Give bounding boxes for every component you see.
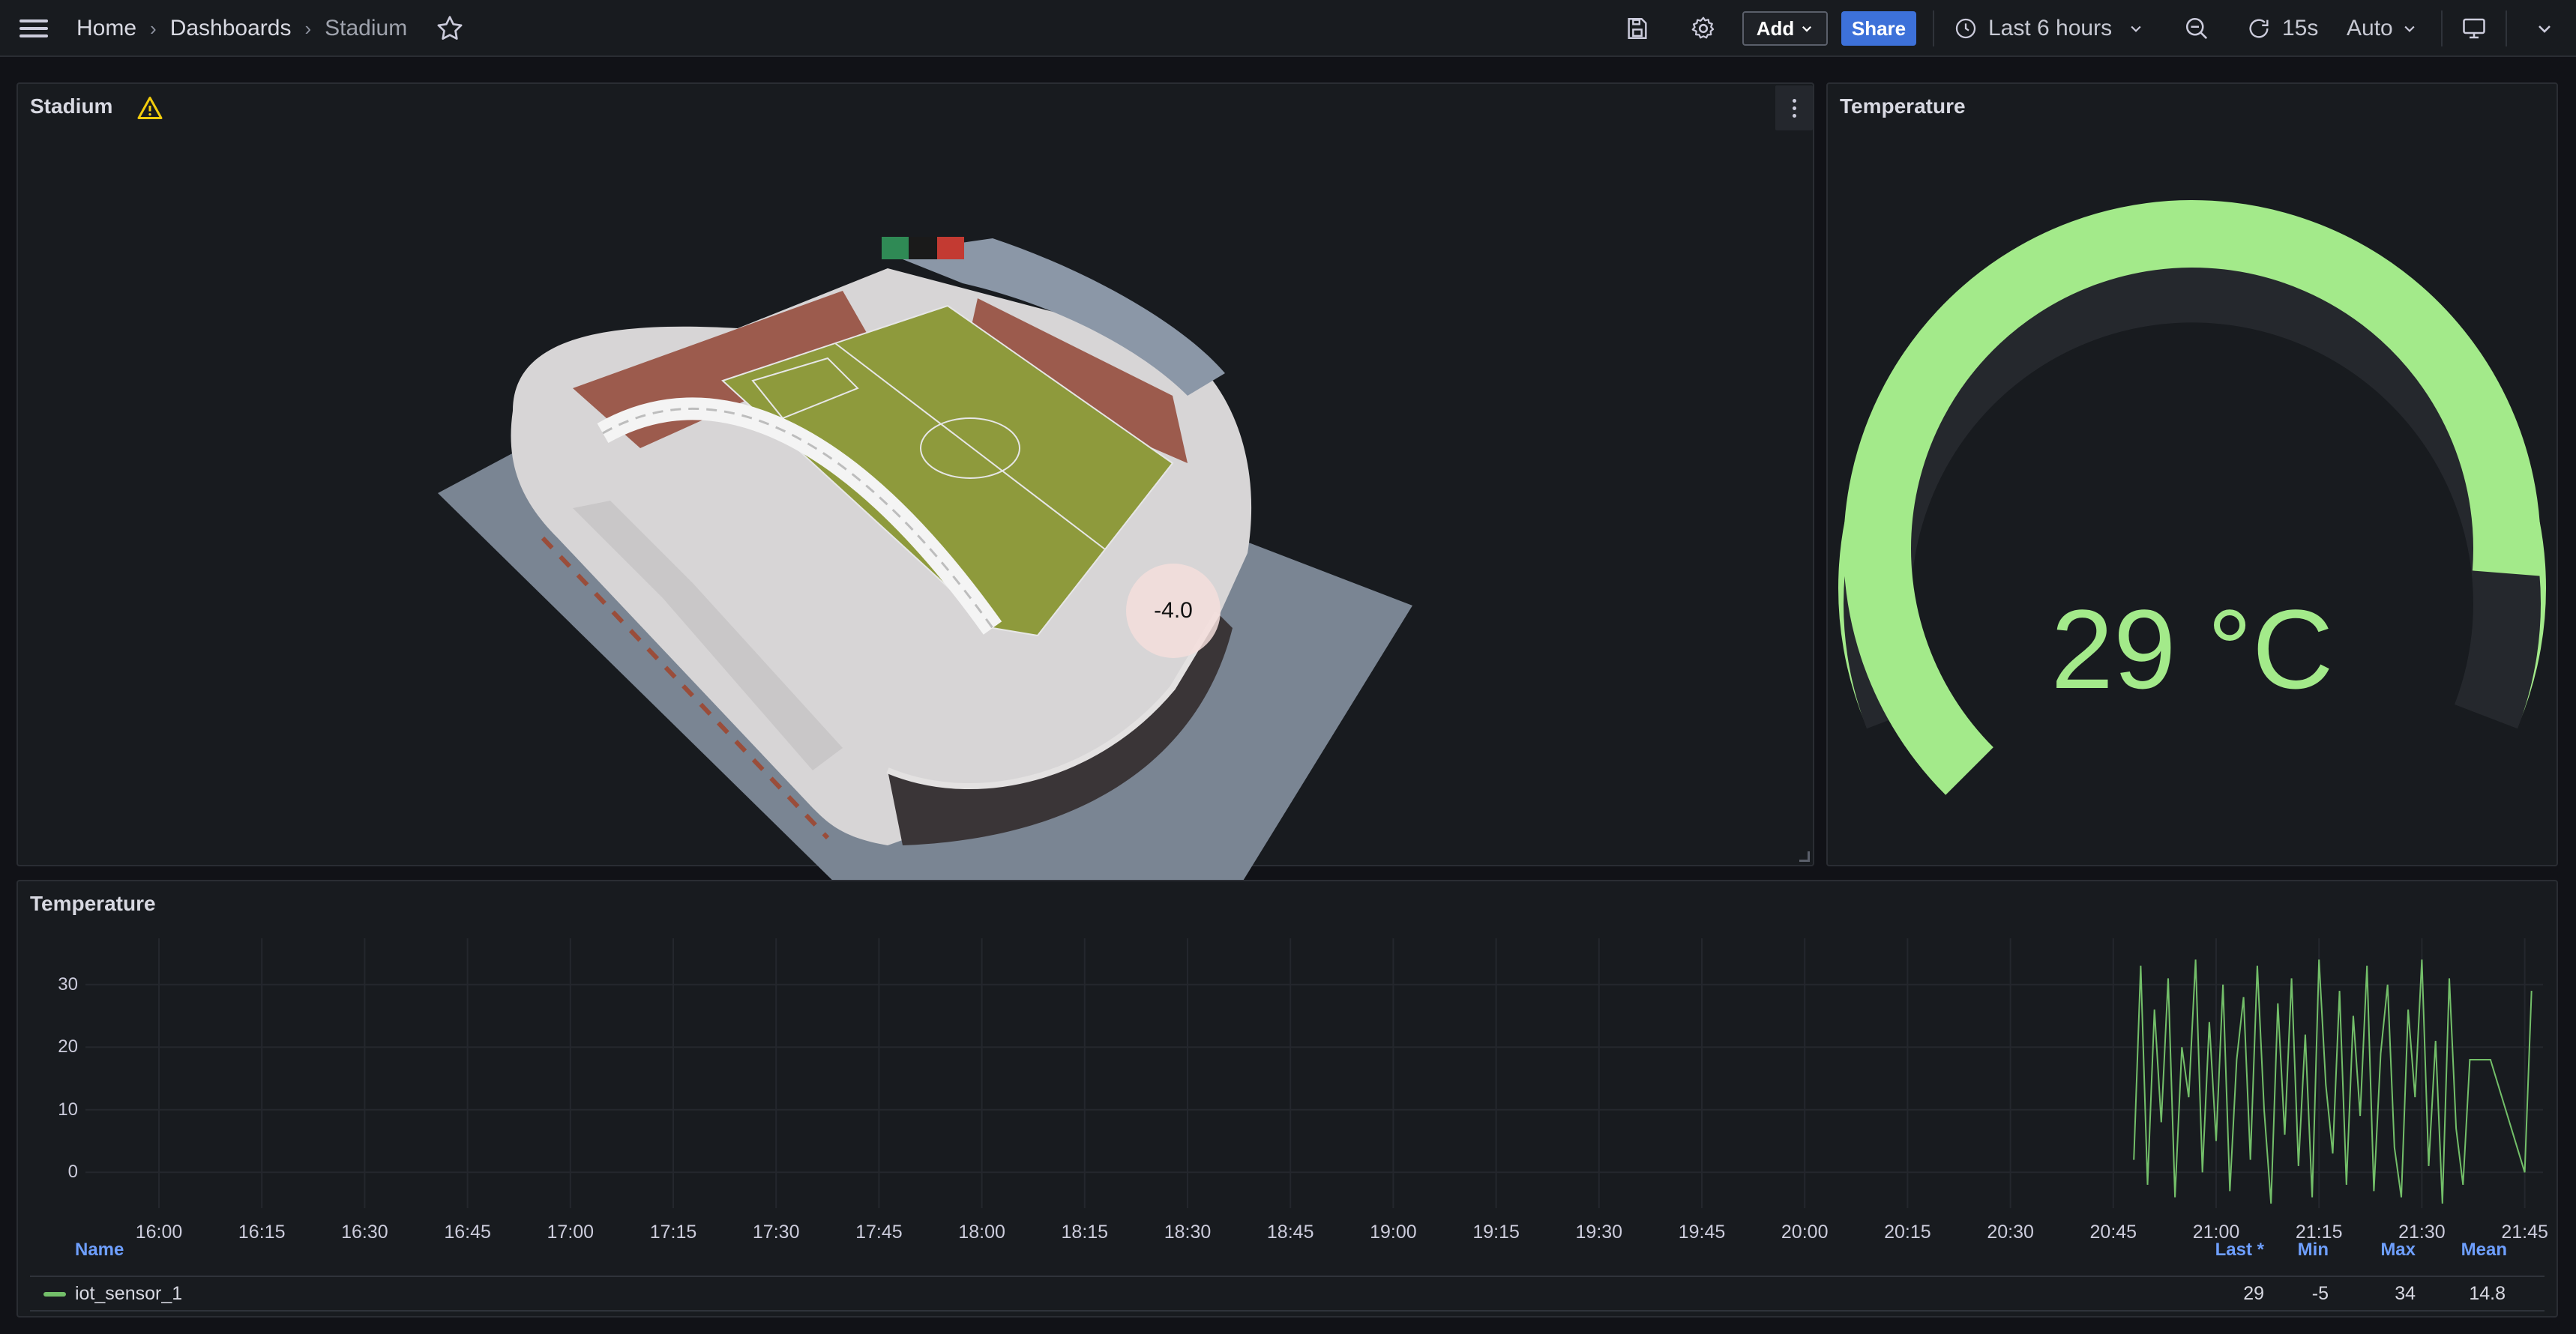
series-line-iot_sensor_1[interactable]: [2133, 959, 2533, 1204]
divider: [1933, 10, 1934, 46]
add-button[interactable]: Add: [1742, 11, 1828, 46]
x-tick-label: 18:30: [1164, 1222, 1212, 1243]
star-icon[interactable]: [435, 13, 465, 43]
auto-refresh-dropdown[interactable]: Auto: [2347, 12, 2417, 45]
gear-icon[interactable]: [1687, 12, 1720, 45]
chevron-right-icon: ›: [304, 16, 312, 40]
sensor-marker[interactable]: -4.0: [1126, 564, 1221, 658]
zoom-out-icon[interactable]: [2180, 12, 2213, 45]
y-tick-label: 10: [58, 1099, 78, 1120]
x-tick-label: 21:45: [2501, 1222, 2548, 1243]
x-tick-label: 16:15: [238, 1222, 286, 1243]
panel-menu-button[interactable]: [1775, 85, 1813, 130]
x-tick-label: 17:15: [649, 1222, 697, 1243]
x-tick-label: 20:45: [2089, 1222, 2137, 1243]
auto-label: Auto: [2347, 16, 2393, 40]
divider: [30, 1276, 2545, 1277]
stadium-image: [438, 237, 1412, 928]
legend-header-max[interactable]: Max: [2342, 1240, 2416, 1261]
legend-header-last[interactable]: Last *: [2192, 1240, 2264, 1261]
refresh-interval-label: 15s: [2282, 16, 2319, 40]
gauge-value: 29 °C: [2050, 586, 2334, 712]
legend-header-mean[interactable]: Mean: [2432, 1240, 2507, 1261]
x-tick-label: 20:15: [1884, 1222, 1931, 1243]
divider: [2441, 10, 2443, 46]
x-tick-label: 20:30: [1987, 1222, 2034, 1243]
x-tick-label: 19:00: [1370, 1222, 1417, 1243]
x-tick-label: 17:45: [855, 1222, 903, 1243]
x-tick-label: 19:15: [1472, 1222, 1520, 1243]
timeseries-panel: Temperature 30 20 10 0 16:00 16:15 16:30 16:45…: [16, 880, 2558, 1318]
hamburger-icon[interactable]: [16, 15, 51, 42]
y-tick-label: 30: [58, 974, 78, 995]
legend-header-name[interactable]: Name: [75, 1240, 124, 1261]
tv-mode-icon[interactable]: [2458, 12, 2491, 45]
legend-mean-value: 14.8: [2469, 1283, 2506, 1304]
x-tick-label: 18:45: [1266, 1222, 1314, 1243]
chevron-down-icon: [2404, 25, 2415, 32]
y-tick-label: 20: [58, 1036, 78, 1057]
breadcrumb: Home › Dashboards › Stadium: [76, 13, 407, 43]
timeseries-chart: [85, 938, 2543, 1208]
breadcrumb-current: Stadium: [325, 16, 408, 40]
time-range-label: Last 6 hours: [1988, 16, 2113, 40]
refresh-picker[interactable]: 15s: [2246, 12, 2318, 45]
divider: [30, 1310, 2545, 1312]
x-tick-label: 18:15: [1061, 1222, 1109, 1243]
x-tick-label: 17:30: [752, 1222, 800, 1243]
refresh-icon: [2249, 19, 2269, 38]
warning-icon[interactable]: [136, 94, 163, 121]
breadcrumb-dashboards[interactable]: Dashboards: [170, 16, 292, 41]
panel-title: Stadium: [30, 94, 113, 118]
x-tick-label: 19:30: [1575, 1222, 1623, 1243]
share-button[interactable]: Share: [1841, 11, 1916, 46]
chevron-down-icon: [2131, 25, 2141, 32]
breadcrumb-home[interactable]: Home: [76, 16, 136, 41]
legend-header-min[interactable]: Min: [2267, 1240, 2329, 1261]
time-range-picker[interactable]: Last 6 hours: [1954, 12, 2143, 45]
chevron-right-icon: ›: [150, 16, 157, 40]
chevron-down-icon: [1802, 25, 1812, 32]
x-tick-label: 19:45: [1678, 1222, 1726, 1243]
y-tick-label: 0: [67, 1162, 78, 1183]
gauge-panel: Temperature 29 °C: [1826, 82, 2558, 866]
x-tick-label: 20:00: [1781, 1222, 1829, 1243]
legend-swatch: [43, 1292, 66, 1297]
clock-icon: [1955, 18, 1976, 39]
divider: [2506, 10, 2507, 46]
resize-handle[interactable]: [1799, 851, 1810, 862]
save-icon[interactable]: [1621, 12, 1654, 45]
add-button-label: Add: [1756, 16, 1795, 40]
x-tick-label: 18:00: [958, 1222, 1005, 1243]
x-tick-label: 16:30: [341, 1222, 388, 1243]
legend-max-value: 34: [2395, 1283, 2416, 1304]
legend-row[interactable]: iot_sensor_1 29 -5 34 14.8: [18, 1279, 2557, 1309]
top-navbar: Home › Dashboards › Stadium Add Share La…: [0, 0, 2576, 57]
stadium-panel: Stadium -4.0: [16, 82, 1814, 928]
gauge-chart: [1838, 200, 2546, 795]
legend-series-name[interactable]: iot_sensor_1: [75, 1283, 182, 1305]
legend-last-value: 29: [2243, 1283, 2264, 1304]
chevron-down-icon[interactable]: [2528, 12, 2561, 45]
x-tick-label: 16:45: [444, 1222, 491, 1243]
x-tick-label: 17:00: [547, 1222, 595, 1243]
x-tick-label: 16:00: [135, 1222, 183, 1243]
legend-min-value: -5: [2311, 1283, 2329, 1304]
